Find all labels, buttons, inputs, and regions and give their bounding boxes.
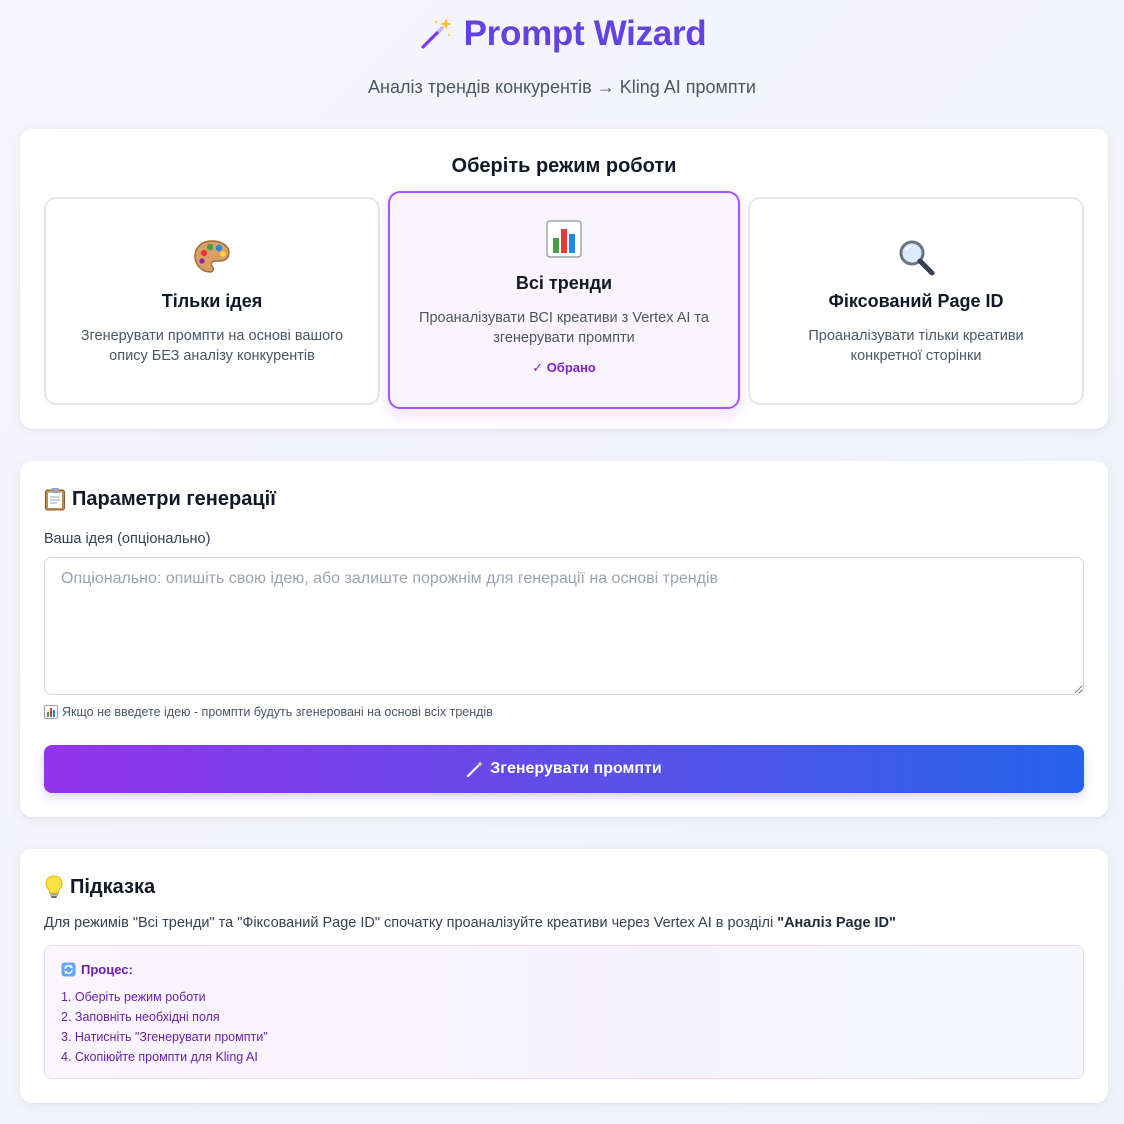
refresh-icon xyxy=(61,962,76,977)
process-steps: 1. Оберіть режим роботи 2. Заповніть нео… xyxy=(61,987,1067,1067)
page-subtitle: Аналіз трендів конкурентів → Kling AI пр… xyxy=(368,77,756,97)
process-step: 1. Оберіть режим роботи xyxy=(61,990,206,1004)
mode-description: Згенерувати промпти на основі вашого опи… xyxy=(80,328,344,364)
page-title-text: Prompt Wizard xyxy=(463,14,707,53)
process-step: 3. Натисніть "Згенерувати промпти" xyxy=(61,1030,268,1044)
hint-title: Підказка xyxy=(44,875,155,899)
params-title-text: Параметри генерації xyxy=(72,487,276,510)
mode-option-all-trends[interactable]: Всі тренди Проаналізувати ВСІ креативи з… xyxy=(388,191,740,409)
process-box: Процес: 1. Оберіть режим роботи 2. Запов… xyxy=(44,945,1084,1079)
generation-params-card: Параметри генерації Ваша ідея (опціональ… xyxy=(20,461,1108,817)
idea-label: Ваша ідея (опціонально) xyxy=(44,531,211,547)
hint-text: Для режимів "Всі тренди" та "Фіксований … xyxy=(44,915,896,931)
bar-chart-icon xyxy=(390,219,738,259)
mode-option-fixed-page-id[interactable]: Фіксований Page ID Проаналізувати тільки… xyxy=(748,197,1084,405)
mode-title: Фіксований Page ID xyxy=(828,291,1004,311)
idea-note-text: Якщо не введете ідею - промпти будуть зг… xyxy=(62,705,493,719)
process-title: Процес: xyxy=(61,962,1067,977)
mode-heading: Оберіть режим роботи xyxy=(451,155,677,177)
page-title: Prompt Wizard xyxy=(418,14,707,54)
mode-selection-card: Оберіть режим роботи Тільки ідея Згенеру… xyxy=(20,129,1108,429)
idea-note: Якщо не введете ідею - промпти будуть зг… xyxy=(44,705,493,719)
generate-button-label: Згенерувати промпти xyxy=(490,760,662,777)
lightbulb-icon xyxy=(45,875,63,898)
selected-badge: ✓ Обрано xyxy=(532,360,596,375)
bar-chart-icon xyxy=(44,705,58,719)
idea-input[interactable] xyxy=(44,557,1084,695)
hint-text-bold: "Аналіз Page ID" xyxy=(777,915,896,931)
palette-icon xyxy=(46,237,378,277)
magnifier-icon xyxy=(750,237,1082,277)
mode-option-idea-only[interactable]: Тільки ідея Згенерувати промпти на основ… xyxy=(44,197,380,405)
mode-description: Проаналізувати тільки креативи конкретно… xyxy=(808,328,1024,364)
hint-text-main: Для режимів "Всі тренди" та "Фіксований … xyxy=(44,915,778,931)
page-header: Prompt Wizard Аналіз трендів конкурентів… xyxy=(0,0,1124,128)
mode-title: Всі тренди xyxy=(515,273,613,293)
params-title: Параметри генерації xyxy=(44,487,276,511)
mode-description: Проаналізувати ВСІ креативи з Vertex AI … xyxy=(419,310,709,346)
clipboard-icon xyxy=(45,488,65,511)
process-title-text: Процес: xyxy=(81,962,133,977)
hint-title-text: Підказка xyxy=(70,875,156,898)
magic-wand-icon xyxy=(467,761,484,778)
process-step: 4. Скопіюйте промпти для Kling AI xyxy=(61,1050,258,1064)
process-step: 2. Заповніть необхідні поля xyxy=(61,1010,220,1024)
magic-wand-icon xyxy=(421,18,452,49)
generate-prompts-button[interactable]: Згенерувати промпти xyxy=(44,745,1084,793)
mode-title: Тільки ідея xyxy=(161,291,263,311)
hint-card: Підказка Для режимів "Всі тренди" та "Фі… xyxy=(20,849,1108,1103)
